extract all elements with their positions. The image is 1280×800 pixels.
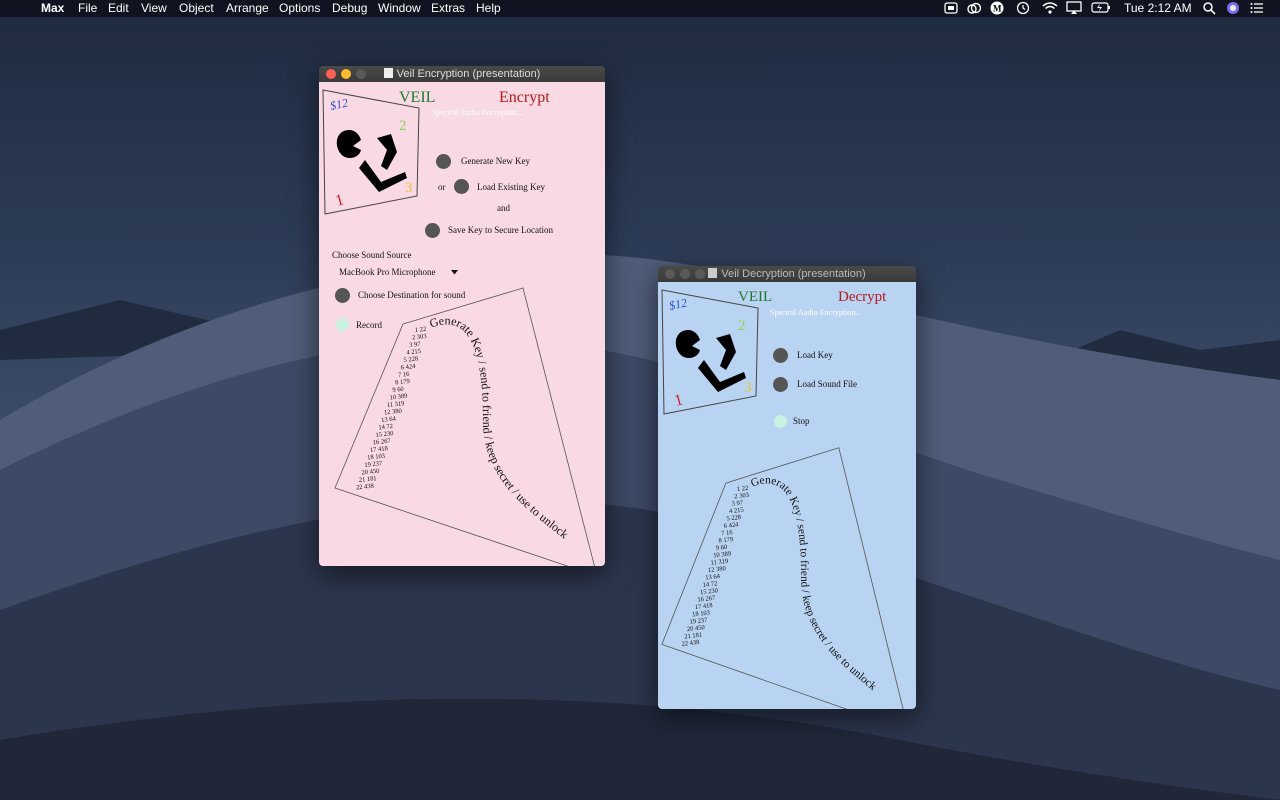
menu-options[interactable]: Options bbox=[279, 0, 320, 17]
or-label: or bbox=[438, 182, 446, 192]
window-title: Veil Decryption (presentation) bbox=[721, 268, 866, 280]
logo-corner-text: $12 bbox=[668, 295, 689, 312]
key-entry: 22 438 bbox=[356, 483, 375, 492]
veil-logo: $12 2 3 1 bbox=[322, 89, 420, 215]
logo-number-1: 1 bbox=[334, 191, 346, 209]
screen-share-icon[interactable] bbox=[944, 1, 958, 15]
subtitle: Spectral Audio Encryption... bbox=[770, 308, 862, 317]
document-icon bbox=[383, 68, 393, 78]
generate-key-button[interactable] bbox=[436, 154, 451, 169]
desktop-background bbox=[0, 0, 1280, 800]
siri-icon[interactable] bbox=[1226, 1, 1240, 15]
load-sound-file-button[interactable] bbox=[773, 377, 788, 392]
hand-figure-icon bbox=[336, 130, 407, 192]
menu-clock[interactable]: Tue 2:12 AM bbox=[1124, 0, 1192, 17]
stop-button[interactable] bbox=[774, 415, 787, 428]
menu-app-name[interactable]: Max bbox=[41, 0, 64, 17]
logo-number-3: 3 bbox=[405, 180, 413, 196]
diagram-caption-text: Generate Key / send to friend / keep sec… bbox=[749, 474, 878, 693]
diagram-caption-text: Generate Key / send to friend / keep sec… bbox=[428, 313, 572, 541]
diagram-caption: Generate Key / send to friend / keep sec… bbox=[428, 313, 572, 541]
decrypt-panel: $12 2 3 1 VEIL Decrypt Spectral Audio En… bbox=[658, 282, 916, 709]
svg-text:M: M bbox=[993, 4, 1002, 14]
menu-window[interactable]: Window bbox=[378, 0, 421, 17]
key-entry: 22 438 bbox=[681, 639, 700, 648]
spotlight-search-icon[interactable] bbox=[1202, 1, 1216, 15]
menu-file[interactable]: File bbox=[78, 0, 97, 17]
airplay-icon[interactable] bbox=[1066, 1, 1082, 15]
subtitle: Spectral Audio Encryption... bbox=[432, 108, 524, 117]
logo-number-3: 3 bbox=[744, 380, 752, 396]
load-key-label: Load Key bbox=[797, 350, 833, 360]
notification-center-icon[interactable] bbox=[1250, 1, 1264, 15]
veil-heading: VEIL bbox=[738, 289, 773, 305]
malwarebytes-icon[interactable]: M bbox=[990, 1, 1004, 15]
menu-arrange[interactable]: Arrange bbox=[226, 0, 269, 17]
decrypt-window: Veil Decryption (presentation) $12 2 3 1… bbox=[658, 266, 916, 709]
save-key-button[interactable] bbox=[425, 223, 440, 238]
load-existing-key-label: Load Existing Key bbox=[477, 182, 545, 192]
decrypt-titlebar[interactable]: Veil Decryption (presentation) bbox=[658, 266, 916, 282]
key-diagram: 1 222 3033 974 2155 2286 4247 168 1799 6… bbox=[334, 287, 595, 566]
logo-number-1: 1 bbox=[673, 391, 685, 409]
logo-corner-text: $12 bbox=[329, 95, 350, 112]
and-label: and bbox=[497, 203, 510, 213]
hand-figure-icon bbox=[675, 330, 746, 392]
sound-source-label: Choose Sound Source bbox=[332, 250, 412, 260]
encrypt-panel: $12 2 3 1 VEIL Encrypt Spectral Audio En… bbox=[319, 82, 605, 566]
encrypt-titlebar[interactable]: Veil Encryption (presentation) bbox=[319, 66, 605, 82]
key-diagram: 1 222 3033 974 2155 2286 4247 168 1799 6… bbox=[661, 447, 904, 709]
diagram-caption: Generate Key / send to friend / keep sec… bbox=[749, 474, 878, 693]
encrypt-window: Veil Encryption (presentation) $12 2 3 1… bbox=[319, 66, 605, 566]
save-key-label: Save Key to Secure Location bbox=[448, 225, 553, 235]
menu-debug[interactable]: Debug bbox=[332, 0, 367, 17]
menu-view[interactable]: View bbox=[141, 0, 167, 17]
load-existing-key-button[interactable] bbox=[454, 179, 469, 194]
logo-number-2: 2 bbox=[738, 318, 746, 334]
menu-object[interactable]: Object bbox=[179, 0, 214, 17]
menu-help[interactable]: Help bbox=[476, 0, 501, 17]
veil-logo: $12 2 3 1 bbox=[661, 289, 759, 415]
document-icon bbox=[708, 268, 718, 278]
menu-bar: Max File Edit View Object Arrange Option… bbox=[0, 0, 1280, 17]
diagram-outline bbox=[661, 447, 904, 709]
desktop-dunes bbox=[0, 254, 1280, 800]
menu-edit[interactable]: Edit bbox=[108, 0, 129, 17]
window-title: Veil Encryption (presentation) bbox=[396, 68, 541, 80]
wifi-icon[interactable] bbox=[1042, 1, 1058, 15]
load-key-button[interactable] bbox=[773, 348, 788, 363]
logo-number-2: 2 bbox=[399, 118, 407, 134]
stop-label: Stop bbox=[793, 416, 810, 426]
battery-icon[interactable] bbox=[1091, 1, 1111, 15]
mode-heading: Encrypt bbox=[499, 89, 550, 106]
generate-key-label: Generate New Key bbox=[461, 156, 530, 166]
time-machine-icon[interactable] bbox=[1016, 1, 1030, 15]
menu-extras[interactable]: Extras bbox=[431, 0, 465, 17]
mode-heading: Decrypt bbox=[838, 289, 887, 305]
creative-cloud-icon[interactable] bbox=[966, 1, 982, 15]
veil-heading: VEIL bbox=[399, 89, 436, 106]
load-sound-file-label: Load Sound File bbox=[797, 379, 857, 389]
